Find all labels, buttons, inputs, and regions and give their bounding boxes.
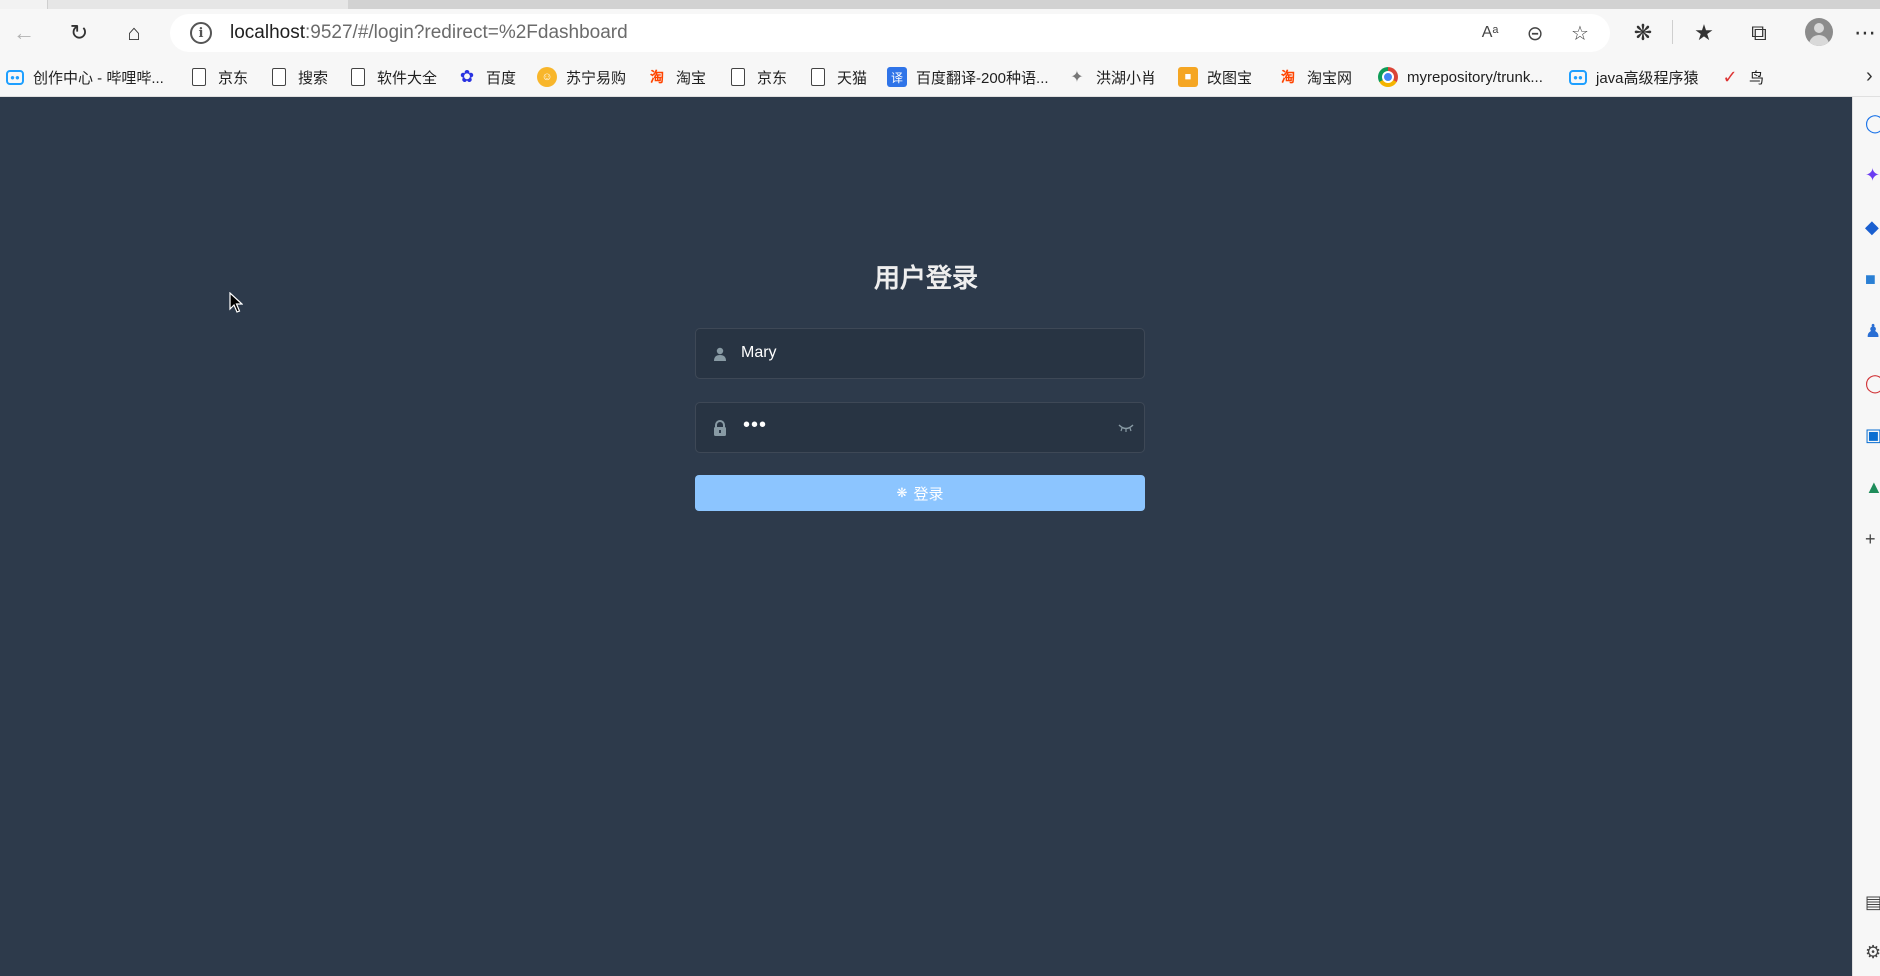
add-favorite-icon[interactable]: ☆ xyxy=(1560,14,1600,52)
bookmarks-overflow-icon[interactable]: › xyxy=(1866,65,1873,88)
extensions-icon[interactable]: ❋ xyxy=(1623,9,1663,56)
page-icon xyxy=(351,68,365,86)
login-button[interactable]: ❋ 登录 xyxy=(695,475,1145,511)
refresh-icon[interactable]: ↻ xyxy=(59,9,99,56)
gaitu-icon: ■ xyxy=(1178,67,1198,87)
baidu-icon: ✿ xyxy=(459,67,475,86)
site-info-icon[interactable]: i xyxy=(190,22,212,44)
shopping-icon[interactable]: ◆ xyxy=(1865,217,1880,237)
bookmark-label: 洪湖小肖 xyxy=(1096,69,1157,87)
back-icon[interactable]: ← xyxy=(4,9,44,56)
address-host: localhost xyxy=(230,22,305,43)
eye-closed-icon[interactable] xyxy=(1118,420,1134,435)
bookmark-label: 搜索 xyxy=(298,69,329,87)
taobao-icon: 淘 xyxy=(650,69,664,85)
page-title: 用户登录 xyxy=(873,263,978,293)
bookmark-item[interactable]: 软件大全 xyxy=(348,65,437,89)
bookmark-label: 京东 xyxy=(757,69,788,87)
bookmark-label: 淘宝 xyxy=(676,69,707,87)
bilibili-icon: ●● xyxy=(1569,69,1587,85)
fanyi-icon: 译 xyxy=(887,67,907,87)
bookmark-item[interactable]: ✿ 百度 xyxy=(457,65,516,89)
bookmark-item[interactable]: ●● java高级程序猿 xyxy=(1569,65,1699,89)
tab-strip xyxy=(0,0,1880,9)
page-icon xyxy=(811,68,825,86)
bookmark-label: 苏宁易购 xyxy=(566,69,627,87)
page-icon xyxy=(731,68,745,86)
taobao-icon: 淘 xyxy=(1281,69,1295,85)
tools-icon[interactable]: ■ xyxy=(1865,269,1880,289)
lock-icon xyxy=(712,419,728,437)
bird-icon: ✓ xyxy=(1722,66,1738,87)
outlook-icon[interactable]: ▣ xyxy=(1865,425,1880,445)
bookmark-item[interactable]: ✦ 洪湖小肖 xyxy=(1067,65,1156,89)
bookmark-label: 天猫 xyxy=(837,69,868,87)
bookmark-label: 软件大全 xyxy=(377,69,438,87)
bookmark-label: 京东 xyxy=(218,69,249,87)
games-icon[interactable]: ♟ xyxy=(1865,321,1880,341)
suning-icon: ☺ xyxy=(537,67,557,87)
bookmark-label: java高级程序猿 xyxy=(1596,69,1699,87)
bookmark-label: 改图宝 xyxy=(1207,69,1253,87)
favorites-icon[interactable]: ★ xyxy=(1684,9,1724,56)
profile-avatar[interactable] xyxy=(1805,18,1833,46)
bookmark-item[interactable]: myrepository/trunk... xyxy=(1378,65,1543,89)
username-field[interactable]: Mary xyxy=(695,328,1145,379)
add-icon[interactable]: + xyxy=(1865,529,1880,549)
search-icon[interactable]: ◯ xyxy=(1865,113,1880,133)
bilibili-icon: ●● xyxy=(6,69,24,85)
bookmark-label: myrepository/trunk... xyxy=(1407,68,1543,86)
bookmark-item[interactable]: 搜索 xyxy=(269,65,328,89)
bookmark-item[interactable]: 天猫 xyxy=(808,65,867,89)
bookmark-item[interactable]: ●● 创作中心 - 哔哩哔... xyxy=(6,65,164,89)
bookmark-item[interactable]: ■ 改图宝 xyxy=(1178,65,1252,89)
login-button-label: 登录 xyxy=(913,485,944,503)
bookmark-item[interactable]: 京东 xyxy=(189,65,248,89)
toolbar-separator xyxy=(1672,20,1673,44)
bookmark-item[interactable]: 京东 xyxy=(728,65,787,89)
collections-icon[interactable]: ⧉ xyxy=(1739,9,1779,56)
sidebar-layout-icon[interactable]: ▤ xyxy=(1865,892,1880,912)
active-tab[interactable] xyxy=(0,0,48,9)
bookmark-label: 百度 xyxy=(486,69,517,87)
page-icon xyxy=(272,68,286,86)
bookmark-item[interactable]: 淘淘宝网 xyxy=(1278,65,1352,89)
username-input[interactable]: Mary xyxy=(741,344,777,362)
address-bar[interactable]: i localhost:9527/#/login?redirect=%2Fdas… xyxy=(170,14,1610,52)
user-icon xyxy=(712,345,728,363)
bookmarks-bar: ●● 创作中心 - 哔哩哔... 京东 搜索 软件大全 ✿ 百度 ☺ 苏宁易购 淘淘宝… xyxy=(0,56,1880,97)
chrome-icon xyxy=(1378,67,1398,87)
bookmark-item[interactable]: 淘淘宝 xyxy=(647,65,706,89)
edge-sidebar: ◯ ✦ ◆ ■ ♟ ◯ ▣ ▲ + ▤ ⚙ xyxy=(1852,97,1880,976)
tab-strip-scroll[interactable] xyxy=(348,0,1880,9)
read-aloud-icon[interactable]: Aᵃ xyxy=(1470,14,1510,52)
bookmark-label: 淘宝网 xyxy=(1307,69,1353,87)
settings-icon[interactable]: ⚙ xyxy=(1865,942,1880,962)
bookmark-item[interactable]: 译百度翻译-200种语... xyxy=(887,65,1049,89)
bookmark-item[interactable]: ✓ 鸟 xyxy=(1720,65,1764,89)
address-path: :9527/#/login?redirect=%2Fdashboard xyxy=(305,22,628,43)
page-icon xyxy=(192,68,206,86)
eagle-icon: ✦ xyxy=(1070,69,1084,86)
browser-toolbar: ← ↻ ⌂ i localhost:9527/#/login?redirect=… xyxy=(0,9,1880,56)
bookmark-label: 鸟 xyxy=(1749,69,1765,87)
copilot-icon[interactable]: ✦ xyxy=(1865,165,1880,185)
home-icon[interactable]: ⌂ xyxy=(114,9,154,56)
password-input[interactable]: ••• xyxy=(743,414,767,437)
more-icon[interactable]: ⋯ xyxy=(1850,9,1880,56)
office-icon[interactable]: ◯ xyxy=(1865,373,1880,393)
zoom-out-icon[interactable]: ⊝ xyxy=(1515,14,1555,52)
bookmark-item[interactable]: ☺ 苏宁易购 xyxy=(537,65,626,89)
loading-spinner-icon: ❋ xyxy=(896,485,908,500)
bookmark-label: 创作中心 - 哔哩哔... xyxy=(33,69,164,87)
address-url[interactable]: localhost:9527/#/login?redirect=%2Fdashb… xyxy=(230,22,628,44)
drop-icon[interactable]: ▲ xyxy=(1865,477,1880,497)
bookmark-label: 百度翻译-200种语... xyxy=(916,69,1049,87)
password-field[interactable]: ••• xyxy=(695,402,1145,453)
